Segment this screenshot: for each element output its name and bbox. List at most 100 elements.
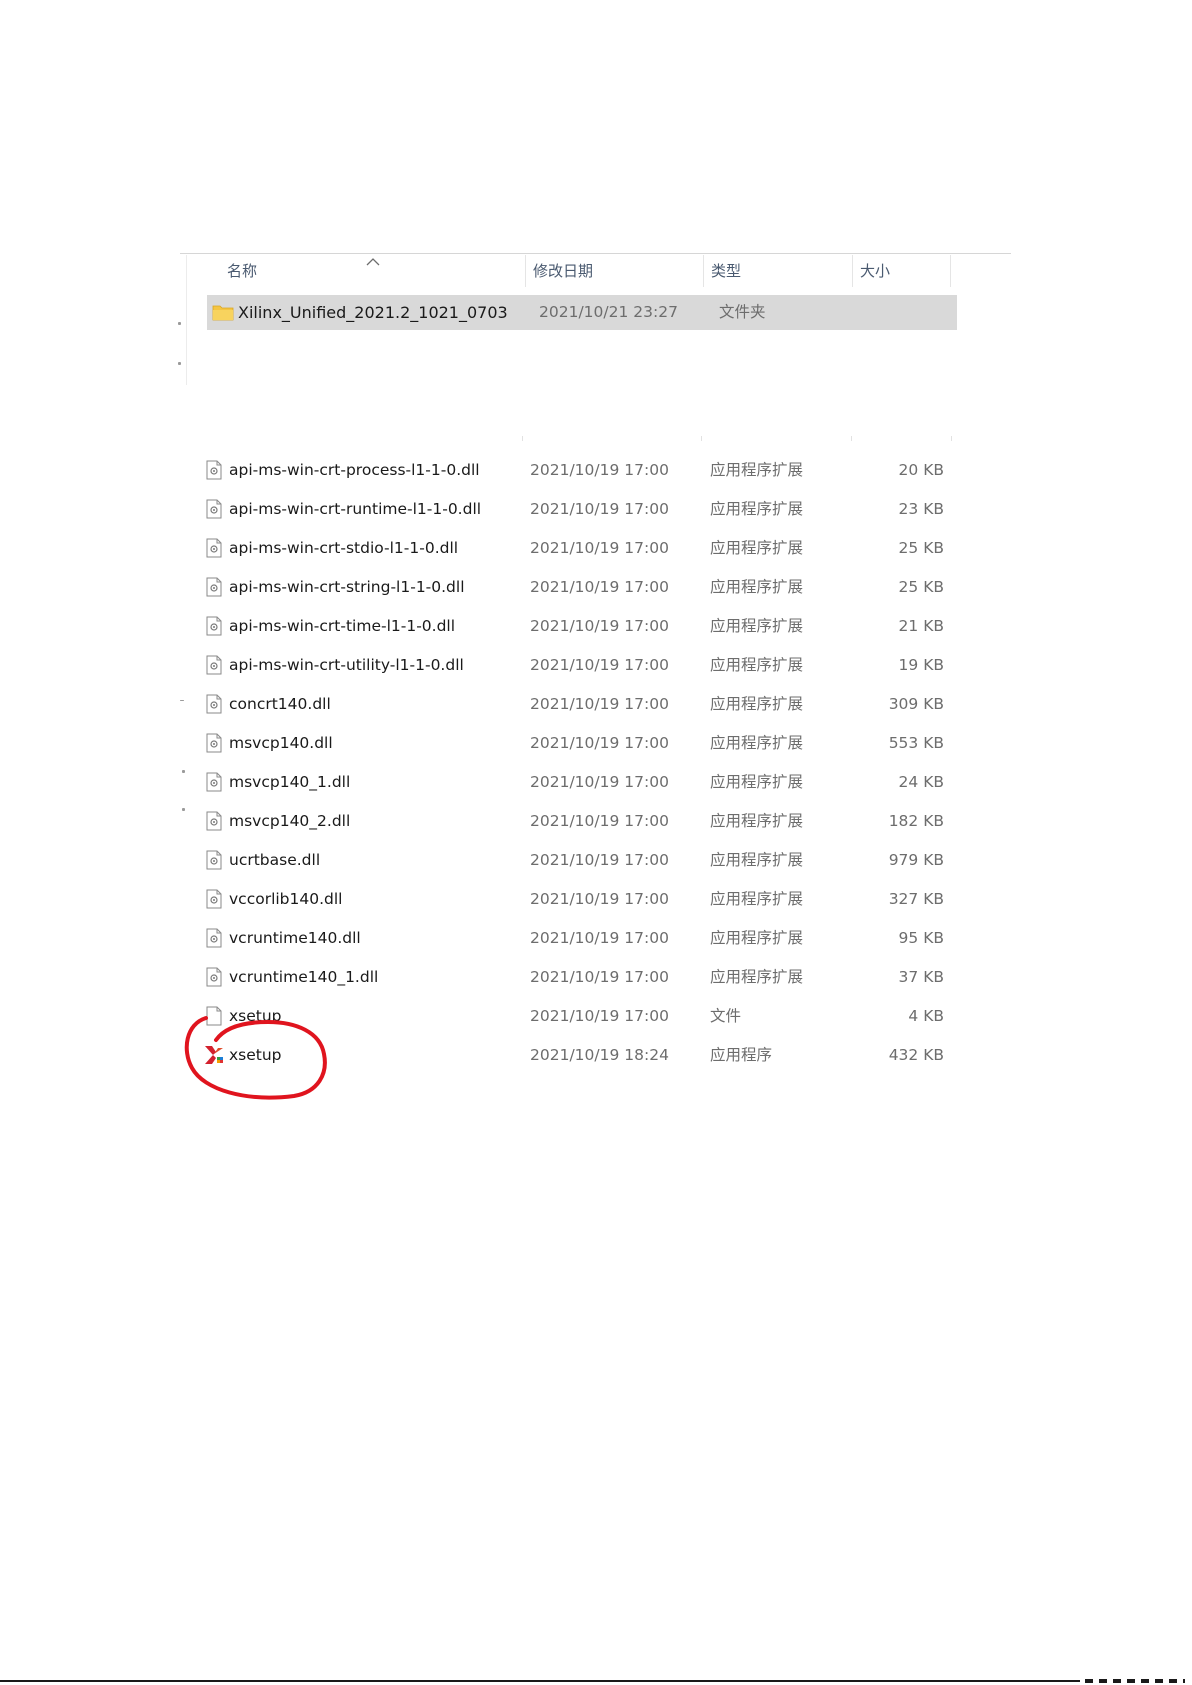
file-name: api-ms-win-crt-utility-l1-1-0.dll [229,656,464,674]
column-header-size[interactable]: 大小 [860,260,890,281]
file-row[interactable]: msvcp140_1.dll 2021/10/19 17:00 应用程序扩展 2… [200,763,960,801]
file-row[interactable]: api-ms-win-crt-process-l1-1-0.dll 2021/1… [200,451,960,489]
file-name: api-ms-win-crt-runtime-l1-1-0.dll [229,500,482,518]
file-row[interactable]: api-ms-win-crt-utility-l1-1-0.dll 2021/1… [200,646,960,684]
tree-expand-marker[interactable] [182,808,185,811]
page-corner-marks [1085,1679,1185,1683]
file-name: api-ms-win-crt-stdio-l1-1-0.dll [229,539,459,557]
file-row[interactable]: msvcp140.dll 2021/10/19 17:00 应用程序扩展 553… [200,724,960,762]
file-type: 应用程序扩展 [710,890,804,908]
file-size: 95 KB [898,929,944,947]
column-header-type[interactable]: 类型 [711,260,741,281]
file-type: 应用程序扩展 [710,851,804,869]
file-modified: 2021/10/19 18:24 [530,1046,669,1064]
file-type: 应用程序扩展 [710,734,804,752]
folder-row-selected[interactable]: Xilinx_Unified_2021.2_1021_0703 2021/10/… [207,295,957,330]
file-size: 327 KB [888,890,944,908]
column-tick [951,436,952,441]
column-divider[interactable] [950,255,951,287]
file-size: 24 KB [898,773,944,791]
file-row[interactable]: vccorlib140.dll 2021/10/19 17:00 应用程序扩展 … [200,880,960,918]
dll-file-icon [206,694,222,714]
file-row[interactable]: msvcp140_2.dll 2021/10/19 17:00 应用程序扩展 1… [200,802,960,840]
column-tick [851,436,852,441]
file-row[interactable]: ucrtbase.dll 2021/10/19 17:00 应用程序扩展 979… [200,841,960,879]
file-size: 309 KB [888,695,944,713]
tree-expand-marker[interactable] [178,362,181,365]
folder-type: 文件夹 [719,303,766,321]
file-type: 应用程序扩展 [710,656,804,674]
dll-file-icon [206,967,222,987]
file-size: 4 KB [908,1007,944,1025]
dll-file-icon [206,460,222,480]
dll-file-icon [206,772,222,792]
column-tick [701,436,702,441]
file-name: ucrtbase.dll [229,851,321,869]
file-row[interactable]: api-ms-win-crt-stdio-l1-1-0.dll 2021/10/… [200,529,960,567]
file-size: 23 KB [898,500,944,518]
file-type: 应用程序扩展 [710,539,804,557]
dll-file-icon [206,577,222,597]
file-row[interactable]: vcruntime140.dll 2021/10/19 17:00 应用程序扩展… [200,919,960,957]
navigation-pane-edge [186,255,187,385]
file-row[interactable]: api-ms-win-crt-time-l1-1-0.dll 2021/10/1… [200,607,960,645]
column-divider[interactable] [852,255,853,287]
file-modified: 2021/10/19 17:00 [530,461,669,479]
file-modified: 2021/10/19 17:00 [530,734,669,752]
tree-expand-marker[interactable] [182,770,185,773]
file-name: api-ms-win-crt-process-l1-1-0.dll [229,461,480,479]
tree-expand-marker[interactable] [180,700,184,701]
file-name: api-ms-win-crt-string-l1-1-0.dll [229,578,465,596]
file-modified: 2021/10/19 17:00 [530,929,669,947]
file-modified: 2021/10/19 17:00 [530,656,669,674]
folder-modified: 2021/10/21 23:27 [539,303,678,321]
column-tick [522,436,523,441]
file-type: 文件 [710,1007,742,1025]
column-header-name[interactable]: 名称 [227,260,257,281]
file-row[interactable]: api-ms-win-crt-string-l1-1-0.dll 2021/10… [200,568,960,606]
file-type: 应用程序 [710,1046,773,1064]
file-size: 182 KB [888,812,944,830]
file-name: vccorlib140.dll [229,890,343,908]
file-name: vcruntime140_1.dll [229,968,379,986]
file-size: 432 KB [888,1046,944,1064]
file-modified: 2021/10/19 17:00 [530,890,669,908]
file-type: 应用程序扩展 [710,968,804,986]
file-name: msvcp140.dll [229,734,333,752]
red-annotation-circle [184,1016,327,1100]
file-type: 应用程序扩展 [710,578,804,596]
column-divider[interactable] [703,255,704,287]
file-row[interactable]: vcruntime140_1.dll 2021/10/19 17:00 应用程序… [200,958,960,996]
file-type: 应用程序扩展 [710,812,804,830]
file-type: 应用程序扩展 [710,773,804,791]
file-size: 979 KB [888,851,944,869]
dll-file-icon [206,928,222,948]
dll-file-icon [206,616,222,636]
file-size: 19 KB [898,656,944,674]
file-modified: 2021/10/19 17:00 [530,539,669,557]
file-name: concrt140.dll [229,695,331,713]
tree-expand-marker[interactable] [178,322,181,325]
file-row[interactable]: concrt140.dll 2021/10/19 17:00 应用程序扩展 30… [200,685,960,723]
file-size: 25 KB [898,539,944,557]
column-header-modified[interactable]: 修改日期 [533,260,593,281]
file-modified: 2021/10/19 17:00 [530,500,669,518]
folder-icon [212,303,234,323]
file-modified: 2021/10/19 17:00 [530,773,669,791]
file-modified: 2021/10/19 17:00 [530,968,669,986]
file-type: 应用程序扩展 [710,617,804,635]
file-size: 37 KB [898,968,944,986]
file-row[interactable]: api-ms-win-crt-runtime-l1-1-0.dll 2021/1… [200,490,960,528]
dll-file-icon [206,655,222,675]
header-top-border [180,253,1011,254]
dll-file-icon [206,889,222,909]
file-type: 应用程序扩展 [710,695,804,713]
file-name: vcruntime140.dll [229,929,361,947]
file-size: 20 KB [898,461,944,479]
file-modified: 2021/10/19 17:00 [530,617,669,635]
dll-file-icon [206,499,222,519]
file-size: 25 KB [898,578,944,596]
file-type: 应用程序扩展 [710,461,804,479]
column-divider[interactable] [525,255,526,287]
sort-ascending-icon[interactable] [366,251,380,270]
